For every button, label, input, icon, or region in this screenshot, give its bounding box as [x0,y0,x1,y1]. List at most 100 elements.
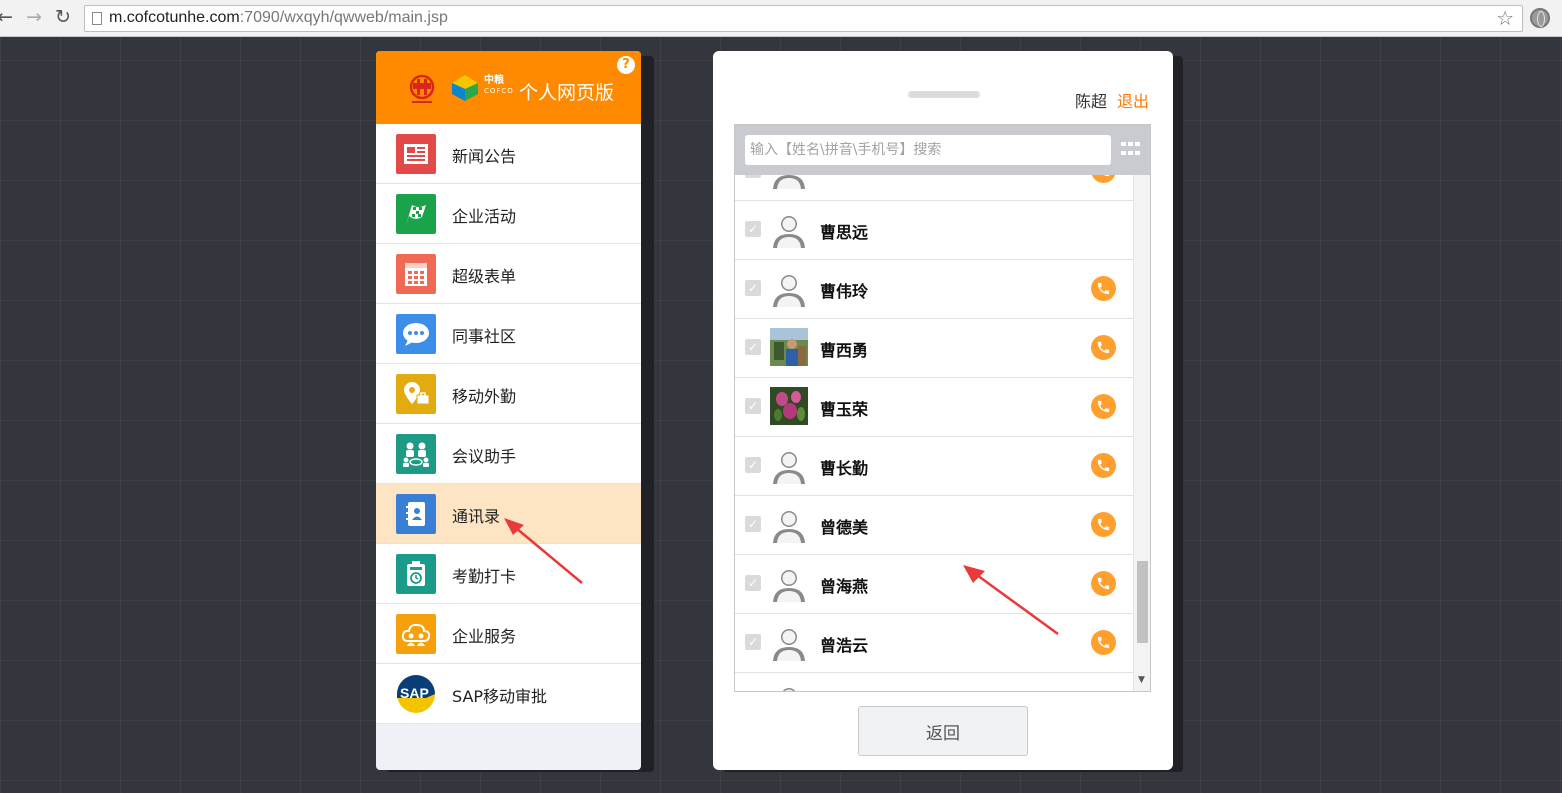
svg-text:SAP: SAP [400,685,429,701]
contact-name: 曹思远 [820,223,869,242]
phone-call-icon[interactable] [1091,512,1116,537]
menu-label: 通讯录 [452,507,501,526]
checkbox[interactable]: ✓ [745,516,761,532]
checkbox[interactable]: ✓ [745,221,761,237]
avatar [770,446,808,484]
contact-row[interactable]: ✓ 曾海燕 [735,555,1133,614]
menu-item-enterprise-service[interactable]: 企业服务 [376,604,641,664]
logout-link[interactable]: 退出 [1117,88,1149,112]
contact-name: 曾海燕 [820,577,869,596]
avatar [770,623,808,661]
avatar [770,387,808,425]
menu-item-meeting[interactable]: 会议助手 [376,424,641,484]
contacts-icon [396,494,436,534]
search-bar [735,125,1150,175]
page-icon [92,12,102,25]
forward-arrow-icon[interactable]: → [23,5,45,29]
cofco-logo-text: 中粮 COFCO [484,75,514,96]
scrollbar-thumb[interactable] [1137,561,1148,643]
phone-call-icon[interactable] [1091,453,1116,478]
contact-row[interactable]: ✓ 曾浩云 [735,614,1133,673]
news-icon [396,134,436,174]
address-bar[interactable]: m.cofcotunhe.com:7090/wxqyh/qwweb/main.j… [84,5,1523,32]
menu-item-activities[interactable]: 企业活动 [376,184,641,244]
contact-name: 曾浩云 [820,636,869,655]
avatar [770,505,808,543]
contact-list: ✓ ✓ 曹思远 ✓ 曹伟玲 ✓ 曹西勇 ✓ 曹玉荣 ✓ 曹长勤 ✓ 曾德美 ✓ 曾海燕 ✓ 曾浩云 ✓ [735,175,1133,691]
avatar [770,210,808,248]
form-icon [396,254,436,294]
menu-item-contacts[interactable]: 通讯录 [376,484,641,544]
menu-item-attendance[interactable]: 考勤打卡 [376,544,641,604]
contacts-panel: 陈超 退出 ✓✓曹思远✓曹伟玲✓曹西勇✓曹玉荣✓曹长勤✓曾德美✓曾海燕✓曾浩云✓… [713,51,1173,770]
contact-row[interactable]: ✓ 曾德美 [735,496,1133,555]
checkbox[interactable]: ✓ [745,457,761,473]
contact-row[interactable]: ✓ 曹思远 [735,201,1133,260]
sap-icon: SAP [396,674,436,714]
location-icon [396,374,436,414]
back-arrow-icon[interactable]: ← [0,5,16,29]
checkbox[interactable]: ✓ [745,575,761,591]
browser-toolbar: ← → ↻ m.cofcotunhe.com:7090/wxqyh/qwweb/… [0,0,1562,37]
checkbox[interactable]: ✓ [745,398,761,414]
menu-label: 移动外勤 [452,387,517,406]
reload-icon[interactable]: ↻ [52,5,74,29]
menu-item-news[interactable]: 新闻公告 [376,124,641,184]
contacts-list-box: ✓ ✓ 曹思远 ✓ 曹伟玲 ✓ 曹西勇 ✓ 曹玉荣 ✓ 曹长勤 ✓ 曾德美 ✓ 曾海燕 ✓ 曾浩云 ✓ ▼ [734,124,1151,692]
bookmark-star-icon[interactable]: ☆ [1496,6,1514,30]
contact-row[interactable]: ✓ [735,175,1133,201]
app-title: 个人网页版 [519,82,615,104]
checkbox[interactable]: ✓ [745,175,761,178]
contact-row[interactable]: ✓ 曹西勇 [735,319,1133,378]
clock-icon [396,554,436,594]
scrollbar[interactable]: ▼ [1133,175,1150,691]
grid-view-icon[interactable] [1121,142,1140,157]
avatar [770,564,808,602]
search-input[interactable] [745,135,1111,165]
brand-seal-logo [409,74,435,103]
contact-name: 曹西勇 [820,341,869,360]
contact-row[interactable]: ✓ 曹长勤 [735,437,1133,496]
avatar [770,269,808,307]
contact-name: 曹长勤 [820,459,869,478]
checkbox[interactable]: ✓ [745,339,761,355]
phone-call-icon[interactable] [1091,394,1116,419]
url-text: m.cofcotunhe.com:7090/wxqyh/qwweb/main.j… [109,9,448,26]
menu-item-community[interactable]: 同事社区 [376,304,641,364]
main-menu: 新闻公告 企业活动 超级表单 同事社区 移动外勤 会议助手 通讯录 考勤打卡 企… [376,124,641,724]
menu-label: 超级表单 [452,267,517,286]
back-button[interactable]: 返回 [858,706,1028,756]
chat-icon [396,314,436,354]
checkbox[interactable]: ✓ [745,280,761,296]
menu-label: SAP移动审批 [452,687,548,706]
scroll-down-arrow-icon[interactable]: ▼ [1138,675,1145,685]
menu-item-super-form[interactable]: 超级表单 [376,244,641,304]
menu-item-sap-approval[interactable]: SAP SAP移动审批 [376,664,641,724]
drag-handle [908,91,980,98]
phone-call-icon[interactable] [1091,630,1116,655]
help-icon[interactable]: ? [617,56,635,74]
phone-call-icon[interactable] [1091,571,1116,596]
globe-icon[interactable] [1530,8,1550,28]
phone-call-icon[interactable] [1091,175,1116,183]
current-user-name: 陈超 [1075,92,1108,111]
menu-label: 企业服务 [452,627,517,646]
contact-name: 曾德美 [820,518,869,537]
meeting-icon [396,434,436,474]
contact-row[interactable]: ✓ 曹玉荣 [735,378,1133,437]
service-icon [396,614,436,654]
menu-item-field-work[interactable]: 移动外勤 [376,364,641,424]
avatar [770,682,808,691]
menu-label: 企业活动 [452,207,517,226]
contact-row[interactable]: ✓ [735,673,1133,691]
checkbox[interactable]: ✓ [745,634,761,650]
avatar [770,175,808,189]
contact-name: 曹伟玲 [820,282,869,301]
contact-row[interactable]: ✓ 曹伟玲 [735,260,1133,319]
phone-call-icon[interactable] [1091,335,1116,360]
app-header: 中粮 COFCO 个人网页版 ? [376,51,641,124]
flag-icon [396,194,436,234]
left-panel: 中粮 COFCO 个人网页版 ? 新闻公告 企业活动 超级表单 同事社区 移动外… [376,51,641,770]
phone-call-icon[interactable] [1091,276,1116,301]
menu-label: 会议助手 [452,447,517,466]
